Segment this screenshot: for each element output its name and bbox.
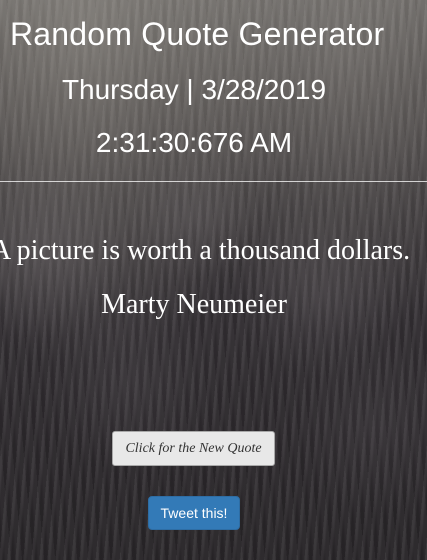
quote-text: A picture is worth a thousand dollars.: [0, 235, 411, 266]
page-title: Random Quote Generator: [10, 16, 385, 52]
quote-author: Marty Neumeier: [101, 289, 287, 320]
forest-trees-overlay: [0, 120, 427, 560]
current-date: Thursday | 3/28/2019: [61, 74, 327, 105]
tweet-button[interactable]: Tweet this!: [148, 496, 240, 530]
current-time: 2:31:30:676 AM: [95, 127, 293, 158]
divider: [0, 181, 427, 182]
new-quote-button[interactable]: Click for the New Quote: [112, 431, 275, 466]
